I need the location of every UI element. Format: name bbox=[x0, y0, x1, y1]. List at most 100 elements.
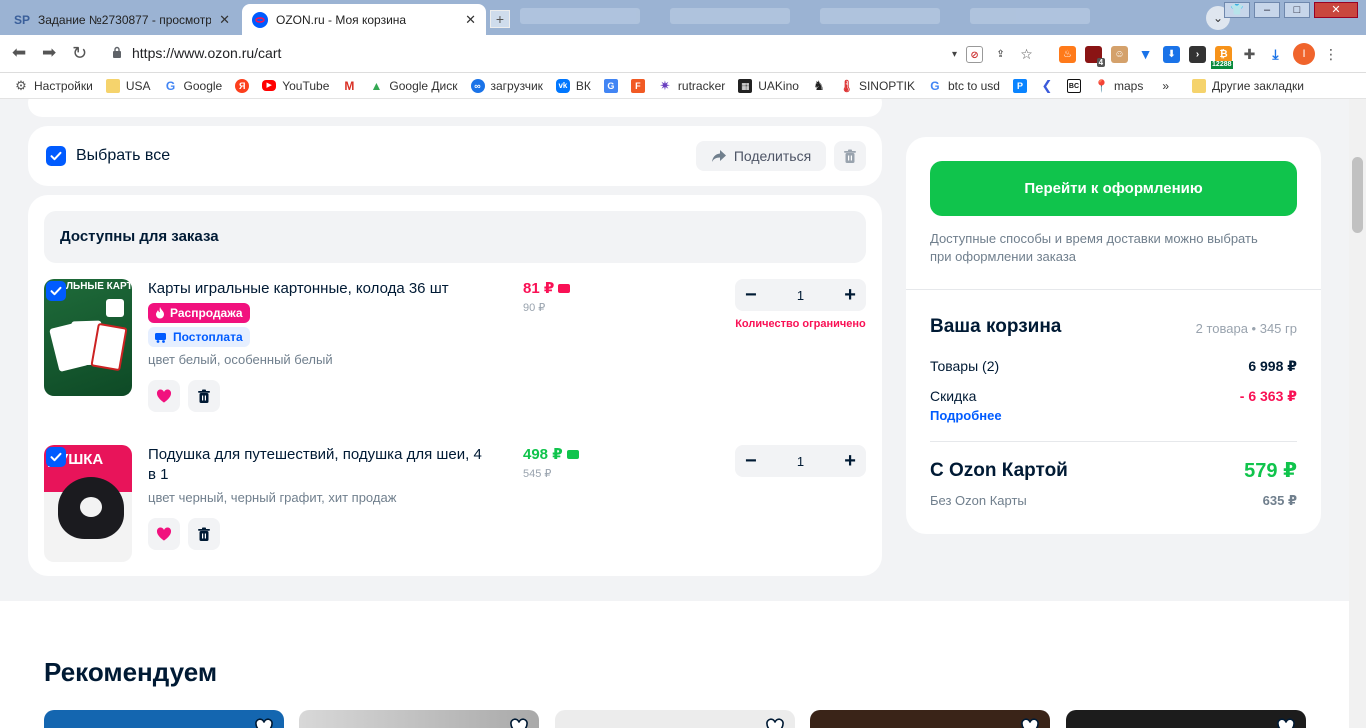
quantity-stepper: − 1 + bbox=[735, 279, 866, 311]
recommend-card[interactable] bbox=[44, 710, 284, 728]
share-page-icon[interactable]: ⇪ bbox=[992, 45, 1010, 63]
bookmark-item[interactable]: ▶ YouTube bbox=[262, 79, 329, 93]
item-checkbox[interactable] bbox=[46, 447, 66, 467]
reload-icon[interactable]: ↻ bbox=[72, 43, 87, 64]
recommend-card[interactable] bbox=[1066, 710, 1306, 728]
quantity-value[interactable]: 1 bbox=[797, 454, 804, 469]
back-icon[interactable]: ⬅ bbox=[12, 43, 26, 63]
trash-icon bbox=[198, 389, 210, 403]
page-scrollbar[interactable] bbox=[1349, 99, 1366, 728]
url-input[interactable]: https://www.ozon.ru/cart bbox=[132, 45, 281, 61]
bookmark-item[interactable]: Я bbox=[235, 78, 250, 93]
puzzle-icon[interactable]: ✚ bbox=[1241, 45, 1259, 63]
face-extension-icon[interactable]: ☺ bbox=[1111, 45, 1129, 63]
item-checkbox[interactable] bbox=[46, 281, 66, 301]
heart-outline-icon[interactable] bbox=[1276, 718, 1296, 728]
forward-icon[interactable]: ➡ bbox=[42, 43, 56, 63]
avatar[interactable]: I bbox=[1293, 43, 1316, 65]
other-bookmarks[interactable]: Другие закладки bbox=[1192, 78, 1304, 93]
delete-item-button[interactable] bbox=[188, 518, 220, 550]
plus-icon[interactable]: + bbox=[844, 450, 856, 473]
favorite-button[interactable] bbox=[148, 380, 180, 412]
checkout-button[interactable]: Перейти к оформлению bbox=[930, 161, 1297, 216]
quantity-value[interactable]: 1 bbox=[797, 288, 804, 303]
minus-icon[interactable]: − bbox=[745, 450, 757, 473]
quantity-stepper: − 1 + bbox=[735, 445, 866, 477]
recommend-card[interactable] bbox=[555, 710, 795, 728]
product-name[interactable]: Карты игральные картонные, колода 36 шт bbox=[148, 279, 488, 299]
bookmark-item[interactable]: ✷ rutracker bbox=[658, 78, 725, 93]
bookmark-item[interactable]: USA bbox=[105, 78, 151, 93]
downloads-icon[interactable]: ⤓ bbox=[1267, 45, 1285, 63]
trash-icon bbox=[844, 149, 856, 163]
bookmark-item[interactable]: 🌡 SINOPTIK bbox=[839, 79, 915, 93]
close-icon[interactable]: ✕ bbox=[219, 12, 230, 28]
blocked-icon[interactable]: ⊘ bbox=[966, 45, 984, 63]
discount-value: - 6 363 ₽ bbox=[1239, 388, 1297, 404]
select-all-label[interactable]: Выбрать все bbox=[76, 147, 170, 165]
plus-icon[interactable]: + bbox=[844, 284, 856, 307]
heart-outline-icon[interactable] bbox=[765, 718, 785, 728]
delete-selected-button[interactable] bbox=[834, 141, 866, 171]
order-summary-panel: Перейти к оформлению Доступные способы и… bbox=[906, 137, 1321, 534]
scrollbar-thumb[interactable] bbox=[1352, 157, 1363, 233]
bookmark-item[interactable]: F bbox=[630, 78, 645, 93]
bookmark-item[interactable]: M bbox=[342, 79, 356, 93]
window-controls: 👕 – □ ✕ bbox=[1224, 2, 1358, 18]
close-window-icon[interactable]: ✕ bbox=[1314, 2, 1358, 18]
bookmark-item[interactable]: P bbox=[1012, 78, 1027, 93]
ublock-icon[interactable]: 4 bbox=[1085, 45, 1106, 67]
bookmark-item[interactable]: ∞ загрузчик bbox=[470, 78, 543, 93]
bookmark-item[interactable]: Gbtc to usd bbox=[928, 79, 1000, 93]
film-icon: ▦ bbox=[738, 78, 753, 93]
recommend-card[interactable] bbox=[299, 710, 539, 728]
translate-icon: G bbox=[603, 78, 618, 93]
ozon-favicon bbox=[252, 11, 268, 28]
chess-icon: ♞ bbox=[813, 77, 825, 93]
browser-tab-task[interactable]: SP Задание №2730877 - просмотр з ✕ bbox=[4, 4, 240, 35]
flame-extension-icon[interactable]: ♨ bbox=[1059, 45, 1077, 63]
bookmark-item[interactable]: 📍 maps bbox=[1094, 79, 1143, 93]
bookmark-item[interactable]: ⚙ Настройки bbox=[14, 78, 93, 93]
new-tab-button[interactable]: + bbox=[490, 10, 510, 28]
share-button[interactable]: Поделиться bbox=[696, 141, 826, 171]
bookmark-item[interactable]: G bbox=[603, 78, 618, 93]
select-all-checkbox[interactable] bbox=[46, 146, 66, 166]
download-extension-icon[interactable]: ⬇ bbox=[1163, 45, 1181, 63]
dropdown-icon[interactable]: ▾ bbox=[952, 49, 957, 60]
recommend-card[interactable] bbox=[810, 710, 1050, 728]
discount-details-link[interactable]: Подробнее bbox=[930, 408, 1002, 423]
maximize-icon[interactable]: □ bbox=[1284, 2, 1310, 18]
favorite-button[interactable] bbox=[148, 518, 180, 550]
bitcoin-extension-icon[interactable]: ₿ 12288 bbox=[1211, 45, 1233, 69]
close-icon[interactable]: ✕ bbox=[465, 12, 476, 28]
heart-outline-icon[interactable] bbox=[1020, 718, 1040, 728]
bookmark-item[interactable]: ♞ bbox=[812, 77, 826, 93]
browser-tab-ozon-cart[interactable]: OZON.ru - Моя корзина ✕ bbox=[242, 4, 486, 35]
product-old-price: 90 ₽ bbox=[523, 302, 546, 314]
lock-icon bbox=[113, 46, 121, 58]
vpn-extension-icon[interactable]: ▼ bbox=[1137, 45, 1155, 63]
minimize-icon[interactable]: – bbox=[1254, 2, 1280, 18]
gmail-icon: M bbox=[344, 78, 355, 93]
cart-page: Выбрать все Поделиться Доступны для зака… bbox=[0, 99, 1366, 728]
bookmark-item[interactable]: ▲ Google Диск bbox=[369, 79, 457, 93]
product-name[interactable]: Подушка для путешествий, подушка для шеи… bbox=[148, 445, 488, 485]
youtube-icon: ▶ bbox=[262, 80, 277, 91]
terminal-extension-icon[interactable]: › bbox=[1189, 45, 1207, 63]
recommend-title: Рекомендуем bbox=[44, 657, 218, 687]
bookmark-item[interactable]: ▦ UAKino bbox=[738, 78, 799, 93]
kebab-menu-icon[interactable]: ⋮ bbox=[1324, 46, 1338, 63]
bookmark-star-icon[interactable]: ☆ bbox=[1018, 45, 1036, 63]
minus-icon[interactable]: − bbox=[745, 284, 757, 307]
check-icon bbox=[50, 151, 62, 161]
shirt-icon[interactable]: 👕 bbox=[1224, 2, 1250, 18]
bookmark-item[interactable]: G Google bbox=[164, 79, 222, 93]
bookmark-item[interactable]: vk ВК bbox=[555, 78, 591, 93]
bookmark-item[interactable]: ❮ bbox=[1040, 78, 1054, 93]
heart-outline-icon[interactable] bbox=[509, 718, 529, 728]
bookmark-item[interactable]: BC bbox=[1066, 78, 1081, 93]
delete-item-button[interactable] bbox=[188, 380, 220, 412]
heart-outline-icon[interactable] bbox=[254, 718, 274, 728]
bookmarks-overflow[interactable]: » bbox=[1162, 79, 1169, 93]
